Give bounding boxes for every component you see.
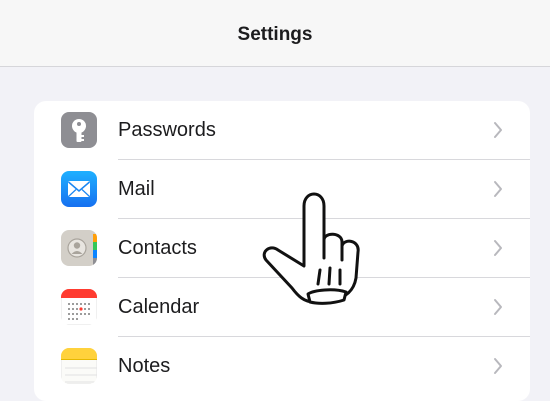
chevron-right-icon [494,122,502,138]
key-icon [61,112,97,148]
settings-item-label: Mail [118,177,155,200]
settings-item-notes[interactable]: Notes [34,337,530,395]
notes-icon [61,348,97,384]
settings-item-label: Passwords [118,118,216,141]
settings-item-label: Calendar [118,295,200,318]
mail-icon [61,171,97,207]
chevron-right-icon [494,299,502,315]
settings-item-passwords[interactable]: Passwords [34,101,530,159]
chevron-right-icon [494,358,502,374]
settings-item-label: Contacts [118,236,197,259]
page-title: Settings [237,24,313,45]
settings-item-label: Notes [118,354,171,377]
navigation-bar: Settings [0,0,550,67]
chevron-right-icon [494,240,502,256]
chevron-right-icon [494,181,502,197]
calendar-icon [61,289,97,325]
tap-hand-icon [262,192,360,305]
contacts-icon [61,230,97,266]
